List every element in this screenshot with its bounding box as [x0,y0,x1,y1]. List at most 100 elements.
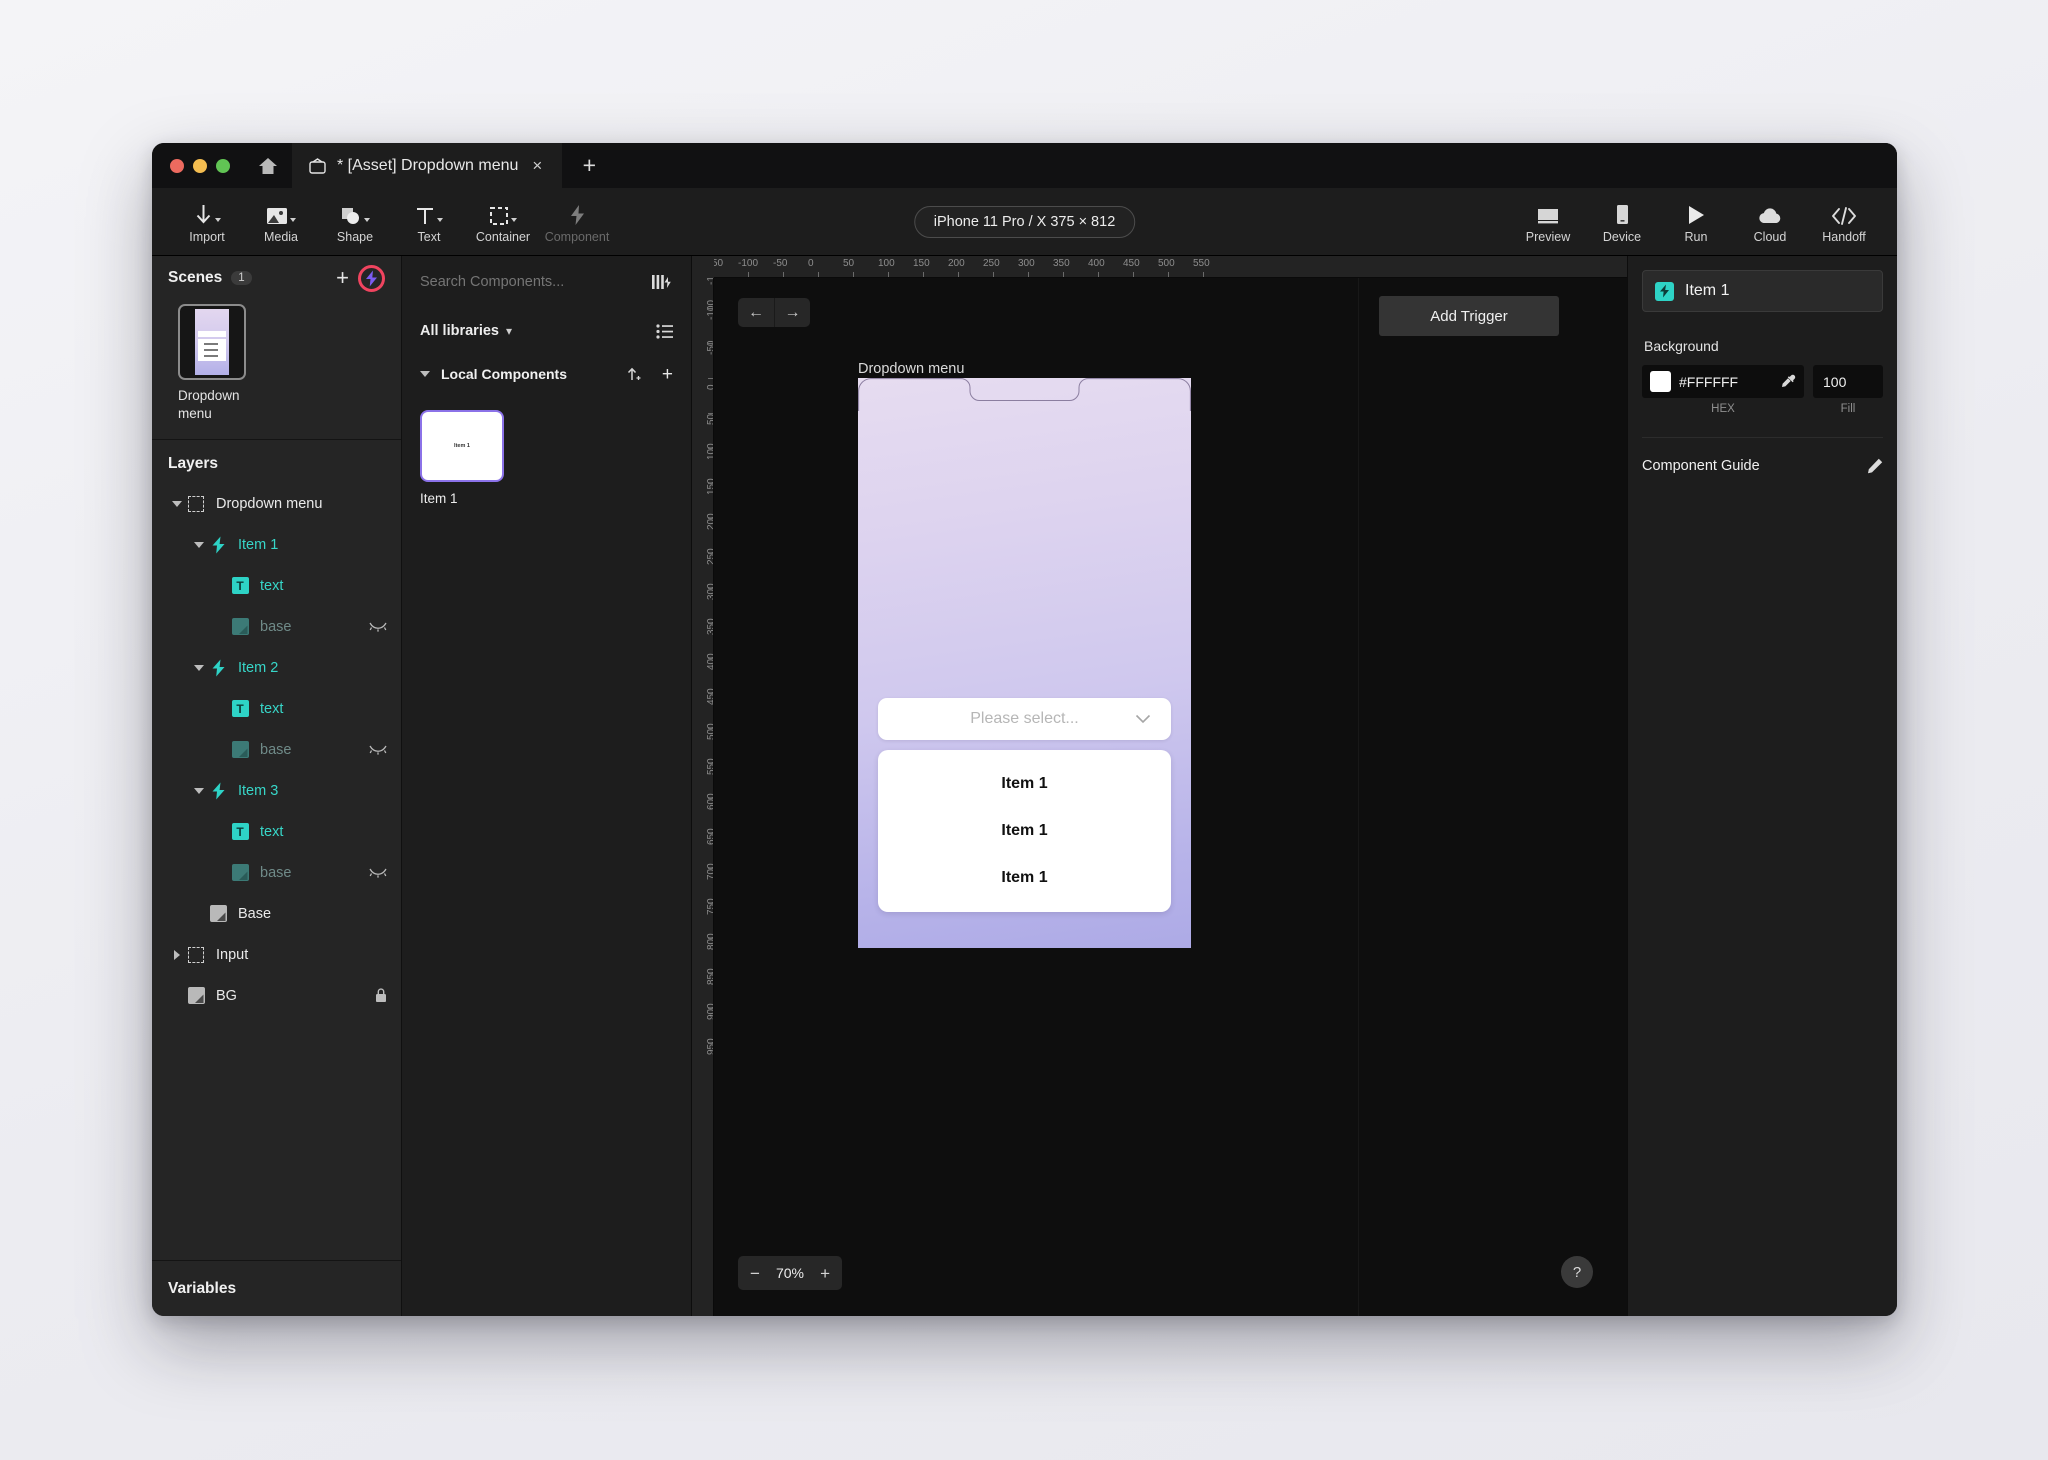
document-tab[interactable]: * [Asset] Dropdown menu × [292,143,563,188]
layer-row-base[interactable]: base [152,606,401,647]
ruler-tick-label: 250 [983,258,1000,269]
visibility-eye-icon[interactable] [369,622,387,632]
layer-row-item-3[interactable]: Item 3 [152,770,401,811]
add-component-button[interactable]: + [662,365,673,384]
layer-label: text [260,577,284,594]
media-tool[interactable]: Media [246,200,316,244]
minimize-window-button[interactable] [193,158,207,173]
nav-back-button[interactable]: ← [738,298,774,327]
local-components-row[interactable]: Local Components + [402,354,691,394]
dropdown-select-field[interactable]: Please select... [878,698,1171,740]
traffic-lights [152,143,244,188]
component-guide-row[interactable]: Component Guide [1642,437,1883,474]
home-button[interactable] [244,143,292,188]
notch-outline-icon [858,378,1191,412]
layer-row-input[interactable]: Input [152,934,401,975]
scene-trigger-button[interactable] [358,264,385,292]
layer-twisty[interactable] [190,541,207,548]
color-swatch[interactable] [1650,371,1671,392]
close-window-button[interactable] [170,158,184,173]
add-scene-button[interactable]: + [336,267,349,289]
sort-components-icon[interactable] [626,366,642,382]
layer-row-text[interactable]: Ttext [152,811,401,852]
zoom-level-label[interactable]: 70% [776,1265,804,1281]
layer-row-base[interactable]: base [152,729,401,770]
ruler-tick [708,1008,713,1009]
fill-sublabels: HEX Fill [1642,403,1883,415]
ruler-tick-label: 50 [843,258,855,269]
ruler-tick [708,658,713,659]
import-tool[interactable]: Import [172,200,242,244]
libraries-row[interactable]: All libraries ▾ [402,308,691,354]
local-components-label: Local Components [441,366,568,382]
layer-row-base[interactable]: base [152,852,401,893]
library-import-icon[interactable] [651,273,673,291]
zoom-in-button[interactable]: + [820,1265,830,1282]
scene-thumbnail[interactable] [178,304,246,380]
ruler-tick-label: 100 [706,443,714,460]
add-trigger-button[interactable]: Add Trigger [1379,296,1559,336]
device-frame[interactable]: Please select... Item 1 Item 1 Item 1 [858,378,1191,948]
zoom-window-button[interactable] [216,158,230,173]
local-twisty-icon[interactable] [416,371,433,377]
ruler-tick [923,272,924,277]
run-tool[interactable]: Run [1661,200,1731,244]
component-card-item-1[interactable]: Item 1 Item 1 [420,410,504,506]
nav-forward-button[interactable]: → [774,298,810,327]
eyedropper-icon[interactable] [1781,374,1796,389]
device-selector[interactable]: iPhone 11 Pro / X 375 × 812 [913,205,1136,238]
layer-row-dropdown-menu[interactable]: Dropdown menu [152,483,401,524]
list-view-icon[interactable] [656,323,673,339]
layer-row-text[interactable]: Ttext [152,565,401,606]
layer-row-item-2[interactable]: Item 2 [152,647,401,688]
device-tool[interactable]: Device [1587,200,1657,244]
preview-tool[interactable]: Preview [1513,200,1583,244]
app-body: Scenes 1 + Dropdown menu Layers Dropdown… [152,256,1897,1316]
zoom-control: − 70% + [738,1256,842,1290]
inspector-selection[interactable]: Item 1 [1642,270,1883,312]
layer-twisty[interactable] [190,787,207,794]
search-components-input[interactable] [420,274,651,290]
layer-twisty[interactable] [168,949,185,960]
dropdown-item[interactable]: Item 1 [878,775,1171,793]
edit-pencil-icon[interactable] [1867,458,1883,474]
new-tab-button[interactable]: + [562,143,616,188]
canvas-viewport[interactable]: ← → Dropdown menu Please select... Item … [714,278,1627,1316]
text-tool[interactable]: Text [394,200,464,244]
background-section-label: Background [1644,338,1719,354]
component-tool[interactable]: Component [542,200,612,244]
component-thumbnail[interactable]: Item 1 [420,410,504,482]
handoff-icon [1831,200,1857,226]
ruler-tick-label: 500 [1158,258,1175,269]
scene-item-dropdown-menu[interactable]: Dropdown menu [178,304,401,423]
visibility-eye-icon[interactable] [369,745,387,755]
hex-color-field[interactable]: #FFFFFF [1642,365,1804,398]
dropdown-item[interactable]: Item 1 [878,822,1171,840]
visibility-eye-icon[interactable] [369,868,387,878]
cloud-tool[interactable]: Cloud [1735,200,1805,244]
dropdown-item[interactable]: Item 1 [878,869,1171,887]
layer-row-item-1[interactable]: Item 1 [152,524,401,565]
fill-opacity-field[interactable]: 100 [1813,365,1883,398]
layer-row-base[interactable]: Base [152,893,401,934]
layer-row-text[interactable]: Ttext [152,688,401,729]
import-label: Import [189,229,225,244]
layer-twisty[interactable] [190,664,207,671]
tab-close-icon[interactable]: × [529,155,545,176]
layer-row-bg[interactable]: BG [152,975,401,1016]
variables-section[interactable]: Variables [152,1260,401,1316]
background-fill-row: #FFFFFF 100 [1642,365,1883,398]
ruler-tick [708,903,713,904]
handoff-tool[interactable]: Handoff [1809,200,1879,244]
libraries-label: All libraries [420,323,499,339]
image-layer-icon [229,741,251,759]
container-tool[interactable]: Container [468,200,538,244]
zoom-out-button[interactable]: − [750,1265,760,1282]
ruler-tick-label: -150 [706,278,713,285]
help-button[interactable]: ? [1561,1256,1593,1288]
layer-twisty[interactable] [168,500,185,507]
toolbar-right-group: Preview Device Run Cloud Handoff [1513,200,1879,244]
shape-tool[interactable]: Shape [320,200,390,244]
trigger-panel: Add Trigger [1358,278,1598,1316]
lock-icon[interactable] [375,988,387,1003]
